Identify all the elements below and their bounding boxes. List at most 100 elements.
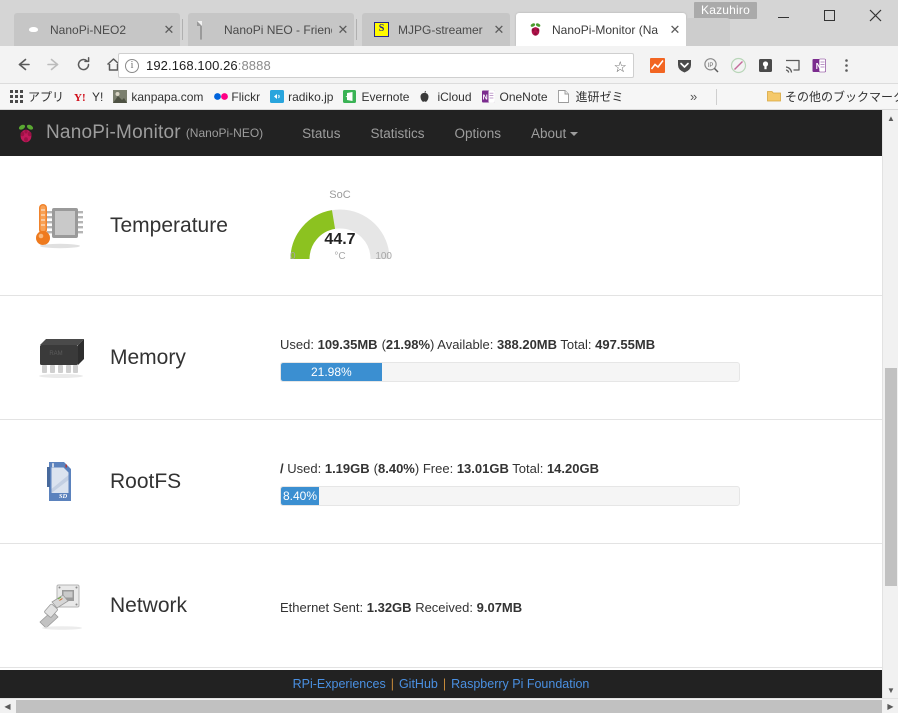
bookmark-flickr[interactable]: Flickr bbox=[208, 84, 265, 110]
bookmark-label: アプリ bbox=[28, 88, 64, 105]
scroll-left-button[interactable]: ◀ bbox=[0, 699, 15, 713]
brand-subtitle: (NanoPi-NEO) bbox=[186, 126, 263, 140]
network-body: Ethernet Sent: 1.32GB Received: 9.07MB bbox=[280, 596, 864, 615]
browser-toolbar: i 192.168.100.26:8888 ☆ IP bbox=[0, 46, 898, 84]
vertical-scroll-thumb[interactable] bbox=[885, 368, 897, 586]
vertical-scrollbar[interactable]: ▲ ▼ bbox=[882, 110, 898, 698]
memory-used-value: 109.35MB bbox=[318, 337, 378, 352]
tab-title: NanoPi-Monitor (Na bbox=[552, 23, 664, 37]
svg-text:Y!: Y! bbox=[74, 92, 86, 103]
menu-icon[interactable] bbox=[833, 53, 860, 78]
ip-lookup-icon[interactable]: IP bbox=[698, 53, 725, 78]
url-host: 192.168.100.26 bbox=[146, 58, 238, 73]
memory-progress-track: 21.98% bbox=[280, 362, 740, 382]
memory-available-label: Available: bbox=[437, 337, 493, 352]
bookmark-evernote[interactable]: Evernote bbox=[338, 84, 414, 110]
tab-nanopi-neo2[interactable]: NanoPi-NEO2 ✕ bbox=[14, 13, 180, 46]
reload-button[interactable] bbox=[68, 50, 98, 80]
bookmarks-bar: アプリ Y! Y! kanpapa.com Flickr radiko.jp bbox=[0, 84, 898, 110]
chart-icon[interactable] bbox=[644, 53, 671, 78]
forward-button[interactable] bbox=[38, 50, 68, 80]
tab-title: NanoPi NEO - Friend bbox=[224, 23, 332, 37]
evernote-icon bbox=[343, 90, 357, 104]
memory-percent-value: 21.98% bbox=[386, 337, 430, 352]
tab-close-button[interactable]: ✕ bbox=[158, 13, 180, 46]
browser-titlebar: Kazuhiro NanoPi-NEO2 ✕ NanoPi NEO - Frie… bbox=[0, 0, 898, 46]
bookmark-icloud[interactable]: iCloud bbox=[414, 84, 476, 110]
lightbulb-icon[interactable] bbox=[752, 53, 779, 78]
brand-title[interactable]: NanoPi-Monitor bbox=[46, 122, 181, 144]
bookmark-radiko[interactable]: radiko.jp bbox=[265, 84, 338, 110]
tab-nanopi-monitor[interactable]: NanoPi-Monitor (Na ✕ bbox=[516, 13, 686, 46]
svg-text:N: N bbox=[816, 62, 822, 71]
rootfs-used-value: 1.19GB bbox=[325, 461, 370, 476]
network-received-label: Received: bbox=[415, 600, 473, 615]
tab-close-button[interactable]: ✕ bbox=[488, 13, 510, 46]
nav-link-statistics[interactable]: Statistics bbox=[355, 126, 439, 141]
section-title: Network bbox=[110, 594, 187, 618]
tab-nanopi-neo-friend[interactable]: NanoPi NEO - Friend ✕ bbox=[188, 13, 354, 46]
bookmark-label: iCloud bbox=[437, 90, 471, 104]
url-text: 192.168.100.26:8888 bbox=[146, 58, 271, 73]
ram-chip-icon: RAM bbox=[30, 327, 92, 389]
memory-body: Used: 109.35MB(21.98%) Available: 388.20… bbox=[280, 333, 864, 382]
shield-icon[interactable] bbox=[671, 53, 698, 78]
bookmark-label: kanpapa.com bbox=[131, 90, 203, 104]
memory-used-label: Used: bbox=[280, 337, 314, 352]
address-bar[interactable]: i 192.168.100.26:8888 ☆ bbox=[118, 53, 634, 78]
no-entry-icon[interactable] bbox=[725, 53, 752, 78]
temperature-body: SoC 44.7 0 °C 100 bbox=[280, 185, 864, 267]
bookmark-onenote[interactable]: N OneNote bbox=[477, 84, 553, 110]
scroll-right-button[interactable]: ▶ bbox=[883, 699, 898, 713]
tab-divider bbox=[356, 19, 357, 40]
bookmark-yahoo[interactable]: Y! Y! bbox=[69, 84, 108, 110]
footer-link-raspberry-pi-foundation[interactable]: Raspberry Pi Foundation bbox=[451, 677, 589, 691]
soc-temperature-gauge: SoC 44.7 0 °C 100 bbox=[290, 189, 390, 267]
mjpg-streamer-icon: S bbox=[374, 22, 390, 38]
tab-close-button[interactable]: ✕ bbox=[664, 13, 686, 46]
footer-link-github[interactable]: GitHub bbox=[399, 677, 438, 691]
horizontal-scrollbar[interactable]: ◀ ▶ bbox=[0, 698, 898, 713]
scroll-up-button[interactable]: ▲ bbox=[883, 110, 898, 126]
section-memory: RAM Memory Used: bbox=[0, 296, 882, 420]
bookmark-kanpapa[interactable]: kanpapa.com bbox=[108, 84, 208, 110]
new-tab-button[interactable] bbox=[686, 18, 730, 46]
paren-close: ) bbox=[415, 461, 419, 476]
bookmark-star-icon[interactable]: ☆ bbox=[614, 58, 627, 76]
yahoo-icon: Y! bbox=[74, 90, 88, 104]
tab-mjpg-streamer[interactable]: S MJPG-streamer ✕ bbox=[362, 13, 510, 46]
ethernet-plug-icon bbox=[30, 575, 92, 637]
memory-header: RAM Memory bbox=[18, 327, 280, 389]
onenote-icon[interactable]: N bbox=[806, 53, 833, 78]
site-info-icon[interactable]: i bbox=[125, 59, 139, 73]
scroll-down-button[interactable]: ▼ bbox=[883, 682, 898, 698]
bookmark-apps[interactable]: アプリ bbox=[5, 84, 69, 110]
rootfs-mount: / bbox=[280, 461, 284, 476]
site-navbar: NanoPi-Monitor (NanoPi-NEO) Status Stati… bbox=[0, 110, 882, 156]
bookmark-label: radiko.jp bbox=[288, 90, 333, 104]
nav-link-options[interactable]: Options bbox=[439, 126, 516, 141]
network-sent-value: 1.32GB bbox=[367, 600, 412, 615]
nav-link-status[interactable]: Status bbox=[287, 126, 355, 141]
svg-text:IP: IP bbox=[708, 63, 714, 69]
footer-link-rpi-experiences[interactable]: RPi-Experiences bbox=[293, 677, 386, 691]
photo-icon bbox=[113, 90, 127, 104]
bookmark-shinken-zemi[interactable]: 進研ゼミ bbox=[553, 84, 629, 110]
rootfs-progress-track: 8.40% bbox=[280, 486, 740, 506]
url-port: :8888 bbox=[238, 58, 271, 73]
bookmarks-overflow-button[interactable]: » bbox=[690, 89, 697, 104]
sd-card-icon: SD bbox=[30, 451, 92, 513]
memory-total-value: 497.55MB bbox=[595, 337, 655, 352]
cast-icon[interactable] bbox=[779, 53, 806, 78]
horizontal-scroll-thumb[interactable] bbox=[16, 700, 882, 713]
tab-close-button[interactable]: ✕ bbox=[332, 13, 354, 46]
network-stats: Ethernet Sent: 1.32GB Received: 9.07MB bbox=[280, 600, 864, 615]
back-button[interactable] bbox=[8, 50, 38, 80]
rootfs-progress-bar: 8.40% bbox=[281, 487, 319, 505]
nav-link-about[interactable]: About bbox=[516, 126, 593, 141]
raspberry-glyph bbox=[528, 22, 543, 37]
svg-text:SD: SD bbox=[59, 493, 68, 500]
tab-title: MJPG-streamer bbox=[398, 23, 488, 37]
other-bookmarks-folder[interactable]: その他のブックマーク bbox=[762, 84, 898, 110]
bookmarks-divider bbox=[716, 89, 717, 105]
